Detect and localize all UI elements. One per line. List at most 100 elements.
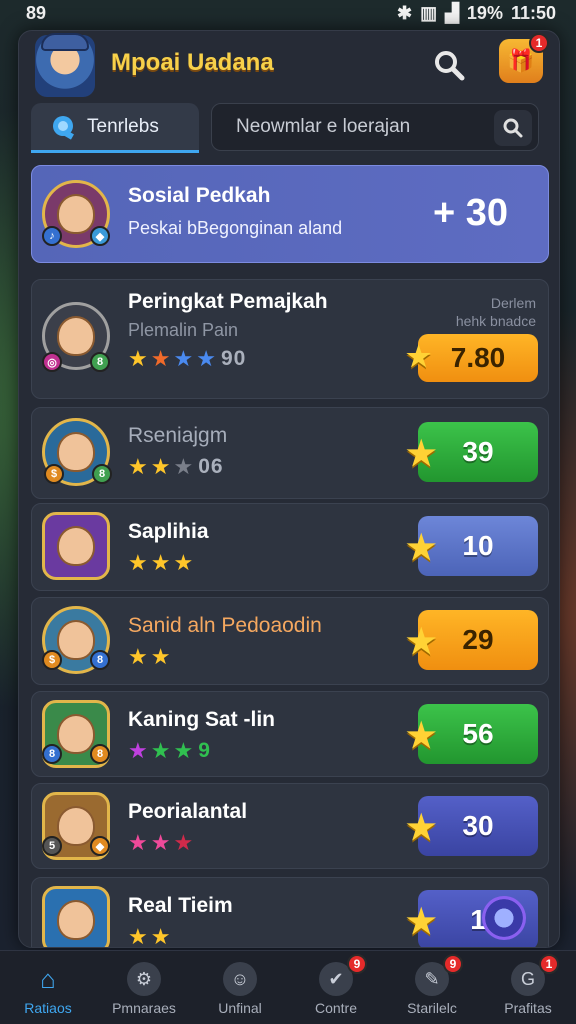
- signal-icon: ▟: [445, 2, 459, 23]
- header-search-button[interactable]: [429, 45, 469, 85]
- search-placeholder: Neowmlar e loerajan: [236, 116, 411, 137]
- card-name: Peringkat Pemajkah: [128, 290, 328, 313]
- score-pill: ★ 30: [406, 796, 538, 856]
- face-icon: [57, 806, 95, 846]
- badge-icon: $: [44, 464, 64, 484]
- list-item[interactable]: $ 8 Sanid aln Pedoaodin ★ ★ ★ 29: [31, 597, 549, 685]
- face-icon: [57, 526, 95, 566]
- featured-card[interactable]: ♪ ◆ Sosial Pedkah Peskai bBegonginan ala…: [31, 165, 549, 263]
- hat-icon: [41, 33, 89, 51]
- list-item[interactable]: $ 8 Rseniajgm ★ ★ ★ 06 ★ 39: [31, 407, 549, 499]
- score-pill: ★ 10: [406, 516, 538, 576]
- nav-label: Unfinal: [218, 1000, 262, 1016]
- list-item[interactable]: 5 ◆ Peorialantal ★ ★ ★ ★ 30: [31, 783, 549, 869]
- avatar: [42, 512, 110, 580]
- card-name: Kaning Sat -lin: [128, 708, 275, 731]
- rating-stars: ★ ★ ★ 06: [128, 454, 224, 479]
- nav-item-pmnaraes[interactable]: ⚙ Pmnaraes: [99, 962, 189, 1016]
- rating-stars: ★ ★ ★: [128, 830, 195, 855]
- star-icon: ★: [406, 717, 437, 755]
- side-note: Derlem hehk bnadce: [456, 294, 536, 330]
- nav-label: Prafitas: [504, 1000, 552, 1016]
- gear-icon: ⚙: [127, 962, 161, 996]
- search-submit-button[interactable]: [494, 110, 532, 146]
- star-icon: ★: [406, 903, 437, 941]
- badge-icon: 8: [90, 650, 110, 670]
- chat-icon: [53, 115, 74, 140]
- list-item[interactable]: Real Tieim ★ ★ ★ 1: [31, 877, 549, 947]
- star-icon: ★: [406, 623, 437, 661]
- badge-icon: ◆: [90, 836, 110, 856]
- score-pill: ★ 7.80: [406, 334, 538, 382]
- card-subtitle: Peskai bBegonginan aland: [128, 218, 343, 238]
- face-icon: [57, 620, 95, 660]
- card-name: Saplihia: [128, 520, 209, 543]
- list-item[interactable]: ◎ 8 Peringkat Pemajkah Plemalin Pain ★ ★ ★…: [31, 279, 549, 399]
- star-icon: ★: [406, 435, 437, 473]
- search-icon: [503, 118, 523, 138]
- avatar: [42, 886, 110, 947]
- status-left: 89: [26, 2, 47, 23]
- gift-badge: 1: [529, 33, 549, 53]
- face-icon: [57, 316, 95, 356]
- score-pill: ★ 29: [406, 610, 538, 670]
- badge-icon: 8: [92, 464, 112, 484]
- search-icon: [435, 51, 465, 81]
- card-subtitle: Plemalin Pain: [128, 320, 239, 340]
- star-icon: ★: [406, 529, 437, 567]
- bottom-nav: ⌂ Ratiaos ⚙ Pmnaraes ☺ Unfinal ✔ 9 Contr…: [0, 950, 576, 1024]
- main-panel: Mpoai Uadana 🎁 1 Tenrlebs Neowmlar e loe…: [18, 30, 560, 948]
- user-icon: ☺: [223, 962, 257, 996]
- rating-stars: ★ ★ ★: [128, 550, 195, 575]
- badge-icon: $: [42, 650, 62, 670]
- rating-stars: ★ ★ ★ ★ 90: [128, 346, 247, 371]
- face-icon: [57, 900, 95, 940]
- star-icon: ★: [406, 341, 432, 372]
- search-input[interactable]: Neowmlar e loerajan: [211, 103, 539, 151]
- rating-stars: ★ ★: [128, 644, 172, 669]
- gift-button[interactable]: 🎁 1: [499, 33, 549, 83]
- score-value: 30: [462, 810, 494, 841]
- card-name: Real Tieim: [128, 894, 233, 917]
- battery-text: 19%: [466, 2, 503, 23]
- card-name: Peorialantal: [128, 800, 248, 823]
- side-note-line: Derlem: [490, 295, 536, 311]
- card-name: Rseniajgm: [128, 424, 228, 447]
- card-name: Sanid aln Pedoaodin: [128, 614, 322, 637]
- badge-icon: 5: [42, 836, 62, 856]
- home-icon: ⌂: [40, 963, 56, 994]
- vibrate-icon: ▥: [420, 2, 438, 23]
- score-value: 29: [462, 624, 494, 655]
- status-right: ✱ ▥ ▟ 19% 11:50: [397, 3, 556, 24]
- score-pill: ★ 1: [406, 890, 538, 947]
- list-item[interactable]: 8 8 Kaning Sat -lin ★ ★ ★ 9 ★ 56: [31, 691, 549, 777]
- nav-label: Starilelc: [407, 1000, 457, 1016]
- score-pill: ★ 56: [406, 704, 538, 764]
- badge-icon: 8: [42, 744, 62, 764]
- badge-icon: 8: [90, 352, 110, 372]
- status-bar: 89 ✱ ▥ ▟ 19% 11:50: [0, 0, 576, 26]
- rating-number: 9: [198, 739, 211, 762]
- nav-item-contre[interactable]: ✔ 9 Contre: [291, 954, 381, 1016]
- tab-active[interactable]: Tenrlebs: [31, 103, 199, 153]
- app-title: Mpoai Uadana: [111, 49, 274, 76]
- nav-item-prafitas[interactable]: G 1 Prafitas: [483, 954, 573, 1016]
- tab-bar: Tenrlebs Neowmlar e loerajan: [31, 103, 551, 153]
- app-header: Mpoai Uadana 🎁 1: [19, 31, 559, 101]
- nav-item-starilelc[interactable]: ✎ 9 Starilelc: [387, 954, 477, 1016]
- badge-icon: ◎: [42, 352, 62, 372]
- side-note-line: hehk bnadce: [455, 313, 536, 329]
- nav-label: Pmnaraes: [112, 1000, 176, 1016]
- face-icon: [57, 194, 95, 234]
- rating-number: 06: [198, 455, 224, 478]
- app-avatar[interactable]: [35, 33, 95, 97]
- rating-number: 90: [220, 347, 247, 370]
- nav-item-unfinal[interactable]: ☺ Unfinal: [195, 962, 285, 1016]
- bluetooth-icon: ✱: [396, 2, 413, 23]
- nav-badge: 1: [539, 954, 559, 974]
- nav-label: Contre: [314, 1000, 358, 1016]
- nav-badge: 9: [347, 954, 367, 974]
- nav-item-ratiaos[interactable]: ⌂ Ratiaos: [3, 962, 93, 1017]
- list-item[interactable]: Saplihia ★ ★ ★ ★ 10: [31, 503, 549, 591]
- face-icon: [57, 714, 95, 754]
